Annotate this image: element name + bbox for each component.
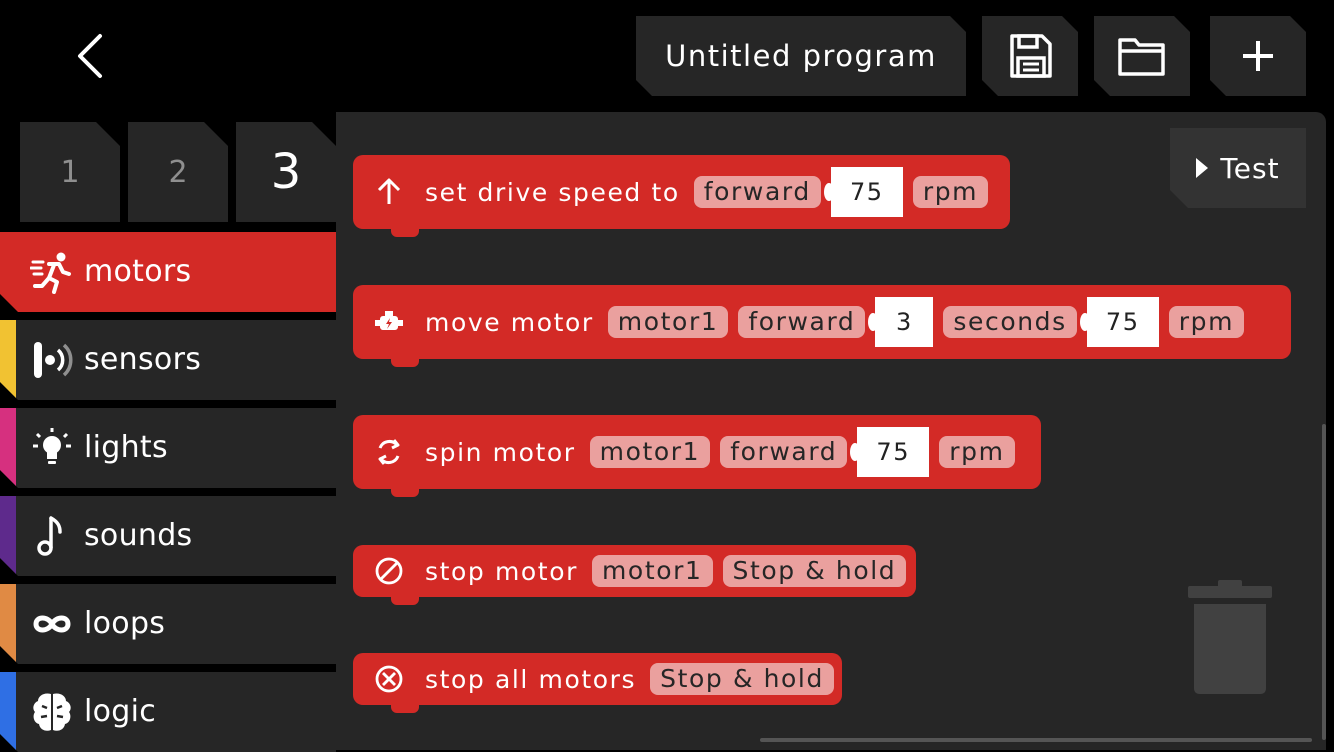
speed-input[interactable]: 75: [850, 427, 930, 477]
page-tab-label: 2: [168, 154, 188, 190]
category-motors[interactable]: motors: [0, 232, 336, 312]
block-set-drive-speed[interactable]: set drive speed to forward 75 rpm: [353, 155, 1010, 237]
category-color-strip: [0, 672, 16, 752]
unit-dropdown[interactable]: rpm: [939, 436, 1015, 468]
category-label: lights: [84, 430, 168, 465]
category-label: loops: [84, 606, 166, 641]
block-move-motor[interactable]: move motor motor1 forward 3 seconds 75 r…: [353, 285, 1291, 367]
category-label: sensors: [84, 342, 202, 377]
block-text: spin motor: [425, 437, 576, 467]
stop-circle-icon: [353, 545, 425, 597]
test-button[interactable]: Test: [1170, 128, 1306, 208]
rotate-icon: [353, 415, 425, 489]
category-label: logic: [84, 694, 157, 729]
motor-dropdown[interactable]: motor1: [589, 436, 711, 468]
unit-dropdown[interactable]: rpm: [912, 176, 989, 208]
test-button-label: Test: [1220, 151, 1280, 185]
category-loops[interactable]: loops: [0, 584, 336, 664]
block-text: move motor: [425, 307, 594, 337]
save-button[interactable]: [982, 16, 1078, 96]
category-color-strip: [0, 320, 16, 400]
back-button[interactable]: [62, 26, 118, 86]
page-tab-3[interactable]: 3: [236, 122, 336, 222]
arrow-up-icon: [353, 155, 425, 229]
open-button[interactable]: [1094, 16, 1190, 96]
page-tab-1[interactable]: 1: [20, 122, 120, 222]
category-label: motors: [84, 254, 192, 289]
brain-icon: [30, 690, 74, 734]
block-text: set drive speed to: [425, 177, 680, 207]
block-stop-motor[interactable]: stop motor motor1 Stop & hold: [353, 545, 916, 605]
speed-input[interactable]: 75: [823, 167, 903, 217]
block-stop-all-motors[interactable]: stop all motors Stop & hold: [353, 653, 842, 713]
engine-icon: [353, 285, 425, 359]
category-logic[interactable]: logic: [0, 672, 336, 752]
folder-icon: [1117, 34, 1167, 78]
infinity-icon: [30, 602, 74, 646]
stop-mode-dropdown[interactable]: Stop & hold: [722, 555, 907, 587]
program-title: Untitled program: [665, 39, 937, 73]
category-color-strip: [0, 584, 16, 664]
stop-mode-dropdown[interactable]: Stop & hold: [650, 663, 834, 695]
category-sensors[interactable]: sensors: [0, 320, 336, 400]
category-sounds[interactable]: sounds: [0, 496, 336, 576]
vertical-scrollbar[interactable]: [1322, 424, 1326, 740]
page-tab-label: 3: [270, 144, 302, 200]
play-icon: [1196, 158, 1208, 178]
trash-icon[interactable]: [1188, 580, 1272, 694]
program-title-button[interactable]: Untitled program: [636, 16, 966, 96]
category-color-strip: [0, 408, 16, 488]
chevron-left-icon: [78, 34, 102, 78]
duration-input[interactable]: 3: [868, 297, 934, 347]
lightbulb-icon: [30, 426, 74, 470]
unit-dropdown[interactable]: rpm: [1168, 306, 1245, 338]
runner-icon: [30, 250, 74, 294]
motor-dropdown[interactable]: motor1: [607, 306, 729, 338]
speed-input[interactable]: 75: [1079, 297, 1159, 347]
horizontal-scrollbar[interactable]: [760, 738, 1312, 742]
category-color-strip: [0, 496, 16, 576]
block-spin-motor[interactable]: spin motor motor1 forward 75 rpm: [353, 415, 1041, 497]
direction-dropdown[interactable]: forward: [738, 306, 866, 338]
new-program-button[interactable]: [1210, 16, 1306, 96]
page-tab-label: 1: [60, 154, 80, 190]
block-text: stop all motors: [425, 664, 637, 694]
duration-unit-dropdown[interactable]: seconds: [943, 306, 1077, 338]
floppy-disk-icon: [1006, 32, 1054, 80]
category-lights[interactable]: lights: [0, 408, 336, 488]
motor-dropdown[interactable]: motor1: [591, 555, 713, 587]
block-text: stop motor: [425, 556, 578, 586]
category-label: sounds: [84, 518, 193, 553]
stop-all-icon: [353, 653, 425, 705]
direction-dropdown[interactable]: forward: [720, 436, 848, 468]
music-note-icon: [30, 514, 74, 558]
sensor-icon: [30, 338, 74, 382]
page-tab-2[interactable]: 2: [128, 122, 228, 222]
plus-icon: [1241, 39, 1275, 73]
direction-dropdown[interactable]: forward: [693, 176, 821, 208]
